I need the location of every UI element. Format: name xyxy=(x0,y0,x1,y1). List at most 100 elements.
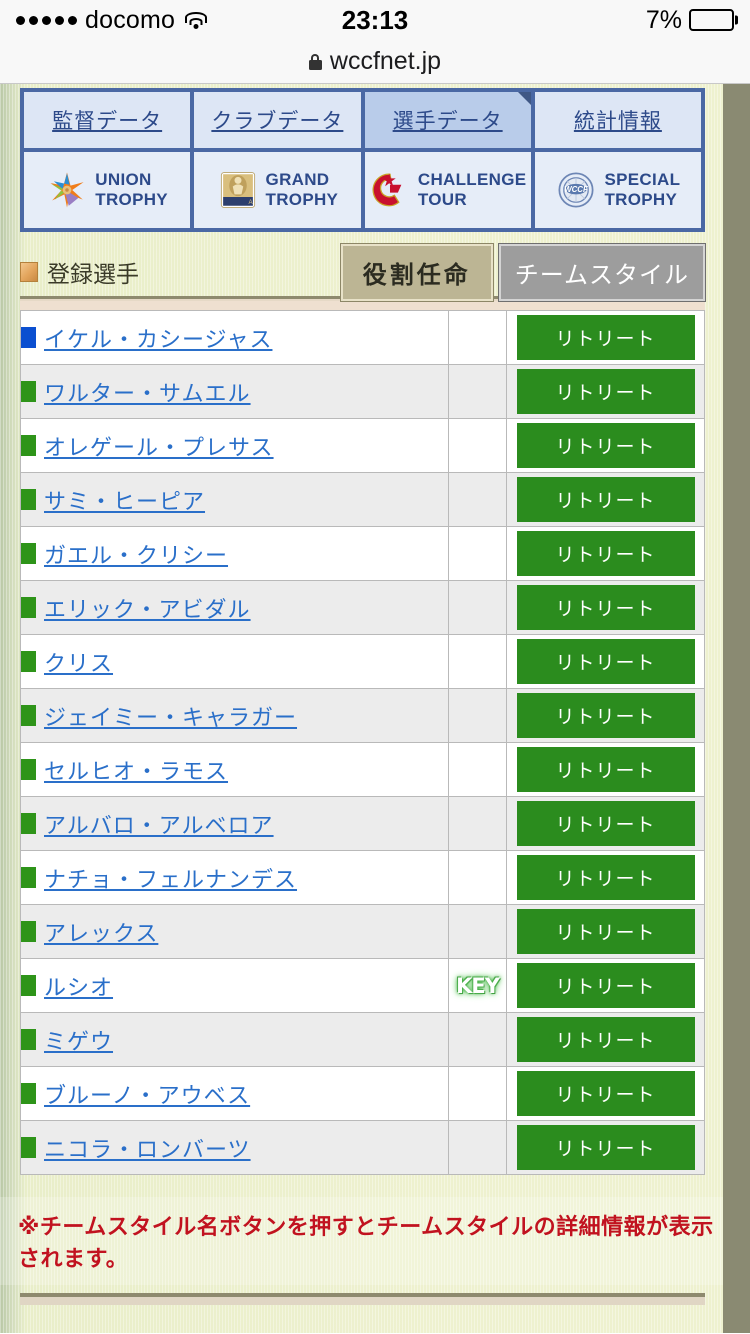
position-field-icon xyxy=(21,597,36,618)
retreat-button[interactable]: リトリート xyxy=(516,477,695,522)
key-player-cell xyxy=(448,310,507,365)
player-name-cell: ニコラ・ロンバーツ xyxy=(20,1120,449,1175)
player-action-cell: リトリート xyxy=(506,1120,705,1175)
retreat-button[interactable]: リトリート xyxy=(516,909,695,954)
player-action-cell: リトリート xyxy=(506,526,705,581)
section-header: 登録選手 役割任命 チームスタイル xyxy=(20,242,707,302)
player-action-cell: リトリート xyxy=(506,796,705,851)
player-name-link[interactable]: アルバロ・アルベロア xyxy=(44,814,274,839)
logo-line-1: SPECIAL xyxy=(604,170,681,190)
nav-union-trophy[interactable]: UNION TROPHY xyxy=(24,152,191,228)
team-style-button[interactable]: チームスタイル xyxy=(497,242,707,302)
retreat-button[interactable]: リトリート xyxy=(516,1071,695,1116)
player-action-cell: リトリート xyxy=(506,958,705,1013)
tab-label[interactable]: 選手データ xyxy=(393,105,503,135)
retreat-button[interactable]: リトリート xyxy=(516,315,695,360)
player-name-cell: ジェイミー・キャラガー xyxy=(20,688,449,743)
tab-statistics[interactable]: 統計情報 xyxy=(534,92,701,148)
key-player-cell xyxy=(448,472,507,527)
table-row: イケル・カシージャス リトリート xyxy=(20,310,705,365)
assign-role-button[interactable]: 役割任命 xyxy=(339,242,494,302)
position-field-icon xyxy=(21,543,36,564)
table-row: ルシオ KEY リトリート xyxy=(20,958,705,1013)
player-name-link[interactable]: ブルーノ・アウベス xyxy=(44,1084,250,1109)
logo-line-1: UNION xyxy=(95,170,152,190)
tab-label[interactable]: 統計情報 xyxy=(574,105,662,135)
ios-status-bar: docomo 23:13 7% xyxy=(0,0,750,40)
position-field-icon xyxy=(21,813,36,834)
table-row: サミ・ヒーピア リトリート xyxy=(20,472,705,527)
table-row: ミゲウ リトリート xyxy=(20,1012,705,1067)
player-name-cell: ルシオ xyxy=(20,958,449,1013)
retreat-button[interactable]: リトリート xyxy=(516,531,695,576)
player-name-link[interactable]: エリック・アビダル xyxy=(44,598,251,623)
key-player-cell xyxy=(448,1120,507,1175)
player-name-link[interactable]: アレックス xyxy=(44,922,158,947)
key-player-cell xyxy=(448,742,507,797)
nav-special-trophy[interactable]: WCCF SPECIAL TROPHY xyxy=(534,152,701,228)
retreat-button[interactable]: リトリート xyxy=(516,1017,695,1062)
tab-kantoku-data[interactable]: 監督データ xyxy=(24,92,191,148)
tab-label[interactable]: 監督データ xyxy=(52,105,162,135)
player-name-link[interactable]: サミ・ヒーピア xyxy=(44,490,205,515)
retreat-button[interactable]: リトリート xyxy=(516,1125,695,1170)
retreat-button[interactable]: リトリート xyxy=(516,585,695,630)
retreat-button[interactable]: リトリート xyxy=(516,801,695,846)
bookmark-icon xyxy=(20,262,38,282)
player-name-link[interactable]: ルシオ xyxy=(44,976,113,1001)
position-field-icon xyxy=(21,759,36,780)
position-field-icon xyxy=(21,1083,36,1104)
nav-grand-trophy[interactable]: A GRAND TROPHY xyxy=(194,152,361,228)
key-player-badge: KEY xyxy=(456,973,500,998)
key-player-cell xyxy=(448,418,507,473)
player-name-cell: ミゲウ xyxy=(20,1012,449,1067)
player-name-link[interactable]: イケル・カシージャス xyxy=(44,328,272,353)
player-name-cell: ワルター・サムエル xyxy=(20,364,449,419)
tab-label[interactable]: クラブデータ xyxy=(211,105,343,135)
browser-url-bar[interactable]: wccfnet.jp xyxy=(0,40,750,84)
table-row: アルバロ・アルベロア リトリート xyxy=(20,796,705,851)
retreat-button[interactable]: リトリート xyxy=(516,747,695,792)
key-player-cell xyxy=(448,634,507,689)
position-field-icon xyxy=(21,651,36,672)
player-action-cell: リトリート xyxy=(506,904,705,959)
logo-line-2: TROPHY xyxy=(604,190,678,209)
player-name-link[interactable]: ニコラ・ロンバーツ xyxy=(44,1138,251,1163)
player-name-link[interactable]: ミゲウ xyxy=(44,1030,113,1055)
position-field-icon xyxy=(21,381,36,402)
tab-club-data[interactable]: クラブデータ xyxy=(194,92,361,148)
retreat-button[interactable]: リトリート xyxy=(516,423,695,468)
section-header-buttons: 役割任命 チームスタイル xyxy=(339,242,707,302)
player-name-link[interactable]: ジェイミー・キャラガー xyxy=(44,706,297,731)
table-row: ナチョ・フェルナンデス リトリート xyxy=(20,850,705,905)
retreat-button[interactable]: リトリート xyxy=(516,639,695,684)
key-player-cell xyxy=(448,580,507,635)
nav-logo-label: UNION TROPHY xyxy=(95,170,168,209)
nav-logo-label: SPECIAL TROPHY xyxy=(604,170,680,209)
position-field-icon xyxy=(21,921,36,942)
table-row: ガエル・クリシー リトリート xyxy=(20,526,705,581)
player-action-cell: リトリート xyxy=(506,364,705,419)
site-navigation: 監督データ クラブデータ 選手データ 統計情報 UNION TROPHY A G… xyxy=(20,88,705,232)
retreat-button[interactable]: リトリート xyxy=(516,369,695,414)
player-name-link[interactable]: オレゲール・プレサス xyxy=(44,436,274,461)
player-name-link[interactable]: ナチョ・フェルナンデス xyxy=(44,868,297,893)
retreat-button[interactable]: リトリート xyxy=(516,693,695,738)
nav-logo-label: CHALLENGE TOUR xyxy=(418,170,526,209)
player-name-link[interactable]: セルヒオ・ラモス xyxy=(44,760,228,785)
nav-challenge-tour[interactable]: CHALLENGE TOUR xyxy=(364,152,531,228)
retreat-button[interactable]: リトリート xyxy=(516,963,695,1008)
page-scrollbar[interactable] xyxy=(723,84,750,1333)
player-name-cell: イケル・カシージャス xyxy=(20,310,449,365)
player-name-link[interactable]: ワルター・サムエル xyxy=(44,382,251,407)
player-name-cell: ガエル・クリシー xyxy=(20,526,449,581)
lock-icon xyxy=(308,53,322,70)
selected-corner-icon xyxy=(517,92,531,105)
player-name-link[interactable]: ガエル・クリシー xyxy=(44,544,228,569)
tab-player-data[interactable]: 選手データ xyxy=(364,92,531,148)
player-name-link[interactable]: クリス xyxy=(44,652,113,677)
registered-players-table: イケル・カシージャス リトリート ワルター・サムエル リトリート オレゲール・プレサスリ… xyxy=(20,310,705,1175)
page-title: 登録選手 xyxy=(47,262,139,288)
retreat-button[interactable]: リトリート xyxy=(516,855,695,900)
player-name-cell: アレックス xyxy=(20,904,449,959)
